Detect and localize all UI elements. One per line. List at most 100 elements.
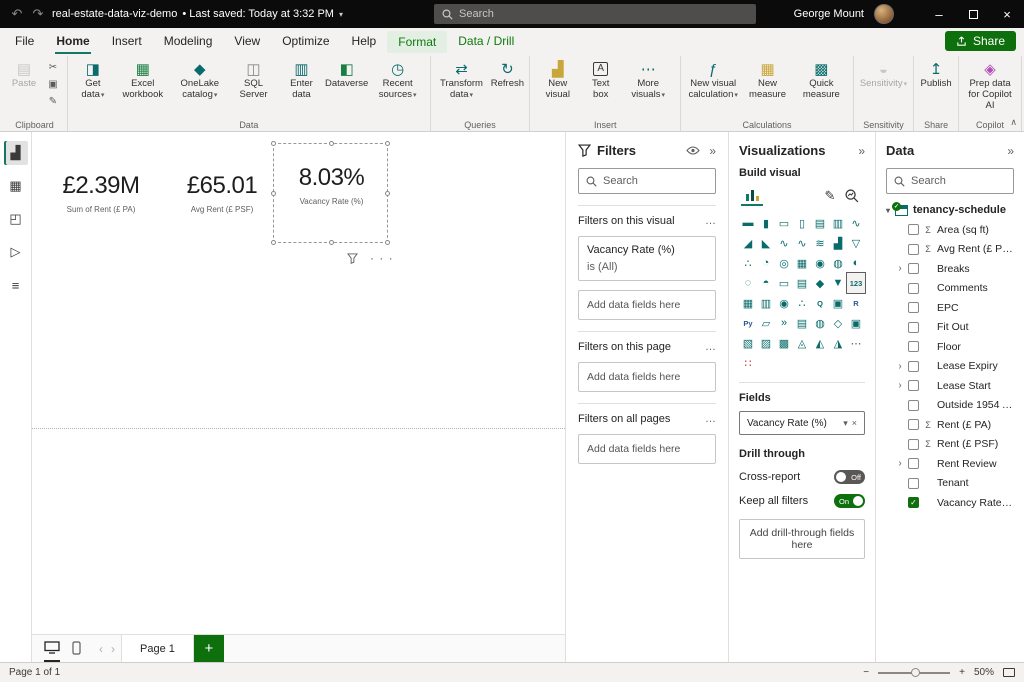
visual-type-custom-visual-6[interactable]: ◮ (829, 333, 847, 353)
card-visual-vacancy-rate[interactable]: 8.03% Vacancy Rate (%) (274, 164, 389, 206)
format-visual-tab[interactable]: ✎ (819, 186, 841, 206)
collapse-pane-icon[interactable]: » (709, 144, 716, 158)
visual-type-filled-map[interactable]: ◍ (829, 253, 847, 273)
visual-type-map[interactable]: ◉ (811, 253, 829, 273)
data-search-box[interactable] (886, 168, 1014, 194)
field-checkbox[interactable] (908, 283, 919, 294)
mobile-layout-icon[interactable] (72, 635, 81, 662)
dax-query-view-icon[interactable]: ▷ (4, 240, 28, 264)
visual-type-new-card[interactable]: 123 (847, 273, 865, 293)
ribbon-button-sensitivity[interactable]: ◒Sensitivity▾ (858, 57, 909, 90)
more-options-icon[interactable]: … (705, 413, 716, 425)
visual-type-scorecard[interactable]: ▣ (847, 313, 865, 333)
visual-type-100-stacked-column-chart[interactable]: ▥ (829, 213, 847, 233)
field-row-floor[interactable]: Floor (886, 337, 1014, 357)
ribbon-button-new-visual[interactable]: ▟New visual (534, 57, 581, 101)
visual-type-custom-visual-4[interactable]: ◬ (793, 333, 811, 353)
collapse-ribbon-icon[interactable]: ∧ (1010, 117, 1017, 128)
fit-to-page-icon[interactable] (1003, 668, 1015, 677)
share-button[interactable]: Share (945, 31, 1016, 51)
visual-type-funnel-chart[interactable]: ▽ (847, 233, 865, 253)
visual-type-donut-chart[interactable]: ◎ (775, 253, 793, 273)
field-checkbox[interactable] (908, 419, 919, 430)
build-visual-tab[interactable] (741, 186, 763, 206)
resize-handle[interactable] (329, 141, 334, 146)
ribbon-button-onelake-catalog[interactable]: ◆OneLake catalog▾ (172, 57, 228, 101)
visual-type-smart-narrative[interactable]: ▣ (829, 293, 847, 313)
cut-icon[interactable]: ✂ (45, 60, 61, 74)
report-view-icon[interactable]: ▟ (4, 141, 28, 165)
field-row-rent-review[interactable]: ›Rent Review (886, 454, 1014, 474)
ribbon-button-paste[interactable]: ▤Paste (6, 57, 42, 90)
filter-icon[interactable] (347, 253, 358, 264)
expand-field-icon[interactable]: › (896, 458, 904, 469)
visual-type-arcgis-map[interactable]: ◍ (811, 313, 829, 333)
more-options-icon[interactable]: … (705, 341, 716, 353)
visual-type-stacked-area-chart[interactable]: ◣ (757, 233, 775, 253)
ribbon-button-enter-data[interactable]: ▥Enter data (279, 57, 323, 101)
visual-type-line-stacked-column-chart[interactable]: ∿ (775, 233, 793, 253)
field-row-breaks[interactable]: ›Breaks (886, 259, 1014, 279)
visual-type-table[interactable]: ▦ (739, 293, 757, 313)
ribbon-button-quick-measure[interactable]: ▩Quick measure (794, 57, 849, 101)
visual-type-multi-row-card[interactable]: ▤ (793, 273, 811, 293)
ribbon-button-excel-workbook[interactable]: ▦Excel workbook (115, 57, 171, 101)
field-checkbox[interactable] (908, 439, 919, 450)
filters-search-box[interactable] (578, 168, 716, 194)
visual-type-card[interactable]: ▭ (775, 273, 793, 293)
zoom-slider[interactable] (878, 672, 950, 674)
collapse-pane-icon[interactable]: » (1007, 144, 1014, 158)
more-options-icon[interactable]: … (705, 215, 716, 227)
tab-modeling[interactable]: Modeling (153, 28, 224, 54)
field-checkbox[interactable] (908, 302, 919, 313)
visual-type-clustered-bar-chart[interactable]: ▭ (775, 213, 793, 233)
visual-type-waterfall-chart[interactable]: ▟ (829, 233, 847, 253)
visual-type-power-automate[interactable]: » (775, 313, 793, 333)
visual-type-custom-visual-3[interactable]: ▩ (775, 333, 793, 353)
ribbon-button-recent-sources[interactable]: ◷Recent sources▾ (370, 57, 426, 101)
card-visual-avg-rent[interactable]: £65.01 Avg Rent (£ PSF) (172, 172, 272, 214)
add-data-fields-dropzone[interactable]: Add data fields here (578, 434, 716, 464)
tab-view[interactable]: View (223, 28, 271, 54)
keep-all-filters-toggle[interactable]: On (834, 494, 865, 508)
chevron-down-icon[interactable]: ▾ (843, 418, 848, 429)
field-row-comments[interactable]: Comments (886, 279, 1014, 299)
tab-home[interactable]: Home (45, 28, 100, 54)
field-row-outside-1954-act[interactable]: Outside 1954 Act (886, 396, 1014, 416)
field-checkbox[interactable] (908, 322, 919, 333)
field-row-tenant[interactable]: Tenant (886, 474, 1014, 494)
zoom-in-button[interactable]: + (959, 667, 965, 678)
visual-type-paginated-report[interactable]: ▤ (793, 313, 811, 333)
visual-type-area-chart[interactable]: ◢ (739, 233, 757, 253)
ribbon-button-text-box[interactable]: AText box (582, 57, 619, 101)
add-drill-through-dropzone[interactable]: Add drill-through fields here (739, 519, 865, 559)
field-checkbox[interactable] (908, 458, 919, 469)
visual-type-line-clustered-column-chart[interactable]: ∿ (793, 233, 811, 253)
zoom-slider-thumb[interactable] (911, 668, 920, 677)
field-row-lease-expiry[interactable]: ›Lease Expiry (886, 357, 1014, 377)
redo-icon[interactable]: ↷ (31, 6, 45, 22)
global-search-input[interactable] (459, 8, 748, 20)
ribbon-button-prep-data-for-copilot-ai[interactable]: ◈Prep data for Copilot AI (963, 57, 1017, 112)
field-checkbox[interactable]: ✓ (908, 497, 919, 508)
visual-type-r-script[interactable]: R (847, 293, 865, 313)
fields-well-vacancy-rate[interactable]: Vacancy Rate (%) ▾ × (739, 411, 865, 435)
visual-type-custom-visual-2[interactable]: ▨ (757, 333, 775, 353)
table-node-tenancy-schedule[interactable]: ▾ tenancy-schedule (886, 204, 1014, 216)
field-row-rent-psf[interactable]: ΣRent (£ PSF) (886, 435, 1014, 455)
visual-type-custom-visual-5[interactable]: ◭ (811, 333, 829, 353)
visual-type-matrix[interactable]: ▥ (757, 293, 775, 313)
resize-handle[interactable] (385, 141, 390, 146)
add-data-fields-dropzone[interactable]: Add data fields here (578, 362, 716, 392)
filters-search-input[interactable] (603, 175, 708, 187)
eye-icon[interactable] (686, 146, 700, 155)
next-page-icon[interactable]: › (111, 642, 115, 656)
visual-type-decomposition-tree[interactable]: ∴ (793, 293, 811, 313)
visual-type-get-more-visuals[interactable]: ∷ (739, 353, 757, 373)
visual-type-clustered-column-chart[interactable]: ▯ (793, 213, 811, 233)
visual-type-power-apps[interactable]: ▱ (757, 313, 775, 333)
resize-handle[interactable] (271, 240, 276, 245)
cross-report-toggle[interactable]: Off (834, 470, 865, 484)
visual-type-metrics[interactable]: ◇ (829, 313, 847, 333)
report-canvas[interactable]: £2.39M Sum of Rent (£ PA) £65.01 Avg Ren… (32, 132, 565, 634)
